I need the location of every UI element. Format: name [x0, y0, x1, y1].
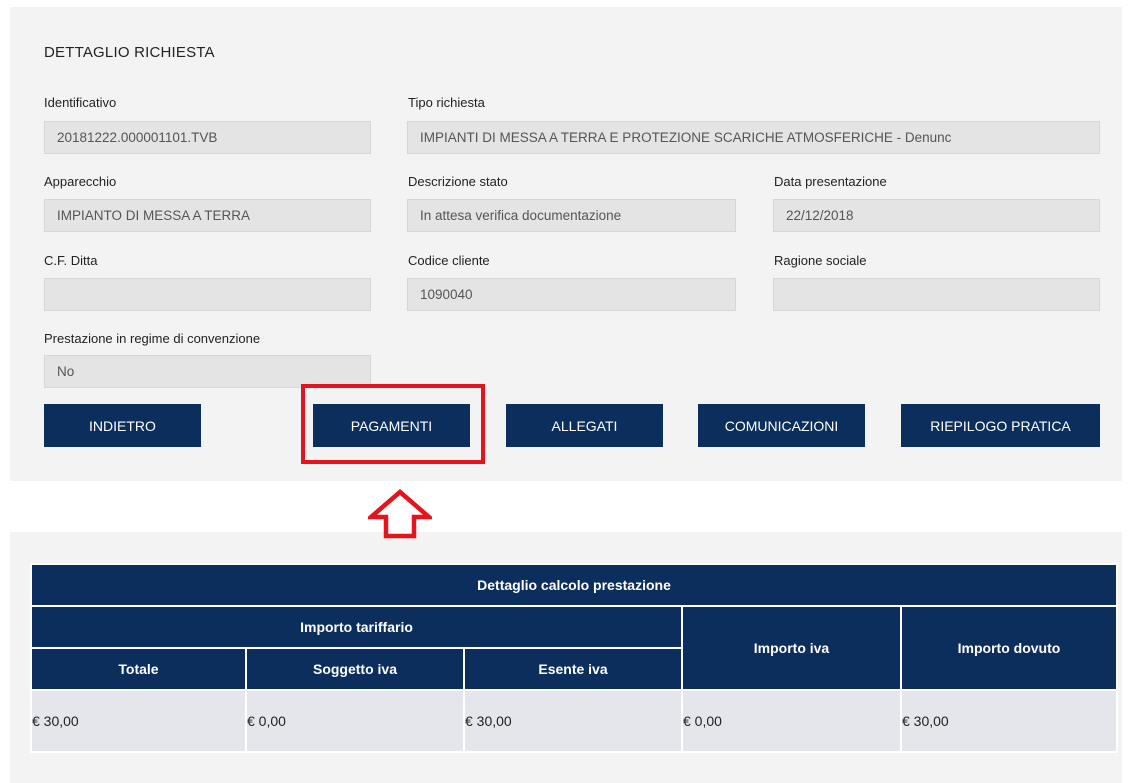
calculation-table: Dettaglio calcolo prestazione Importo ta…	[29, 563, 1119, 753]
data-presentazione-label: Data presentazione	[774, 174, 887, 189]
tipo-richiesta-label: Tipo richiesta	[408, 95, 485, 110]
section-title: DETTAGLIO RICHIESTA	[44, 44, 215, 61]
ragione-sociale-label: Ragione sociale	[774, 253, 867, 268]
apparecchio-label: Apparecchio	[44, 174, 117, 189]
codice-cliente-field[interactable]: 1090040	[407, 278, 736, 311]
up-arrow-icon	[368, 489, 432, 539]
table-row: € 30,00 € 0,00 € 30,00 € 0,00 € 30,00	[30, 689, 1119, 753]
descrizione-stato-field[interactable]: In attesa verifica documentazione	[407, 199, 736, 232]
soggetto-iva-cell: € 0,00	[245, 689, 465, 753]
totale-header: Totale	[30, 647, 247, 691]
cf-ditta-field[interactable]	[44, 278, 371, 311]
codice-cliente-label: Codice cliente	[408, 253, 490, 268]
highlight-box	[301, 384, 485, 464]
totale-cell: € 30,00	[30, 689, 247, 753]
importo-dovuto-cell: € 30,00	[899, 689, 1119, 753]
identificativo-field[interactable]: 20181222.000001101.TVB	[44, 121, 371, 154]
importo-tariffario-header: Importo tariffario	[30, 605, 683, 649]
allegati-button[interactable]: ALLEGATI	[506, 404, 663, 447]
data-presentazione-field[interactable]: 22/12/2018	[773, 199, 1100, 232]
identificativo-label: Identificativo	[44, 95, 117, 110]
prestazione-convenzione-label: Prestazione in regime di convenzione	[44, 331, 261, 346]
esente-iva-cell: € 30,00	[463, 689, 683, 753]
table-title: Dettaglio calcolo prestazione	[29, 563, 1119, 607]
ragione-sociale-field[interactable]	[773, 278, 1100, 311]
importo-iva-header: Importo iva	[681, 605, 902, 691]
indietro-button[interactable]: INDIETRO	[44, 404, 201, 447]
soggetto-iva-header: Soggetto iva	[245, 647, 465, 691]
riepilogo-pratica-button[interactable]: RIEPILOGO PRATICA	[901, 404, 1100, 447]
importo-iva-cell: € 0,00	[681, 689, 902, 753]
tipo-richiesta-field[interactable]: IMPIANTI DI MESSA A TERRA E PROTEZIONE S…	[407, 121, 1100, 154]
comunicazioni-button[interactable]: COMUNICAZIONI	[698, 404, 865, 447]
esente-iva-header: Esente iva	[463, 647, 683, 691]
descrizione-stato-label: Descrizione stato	[408, 174, 508, 189]
apparecchio-field[interactable]: IMPIANTO DI MESSA A TERRA	[44, 199, 371, 232]
cf-ditta-label: C.F. Ditta	[44, 253, 98, 268]
importo-dovuto-header: Importo dovuto	[899, 605, 1119, 691]
